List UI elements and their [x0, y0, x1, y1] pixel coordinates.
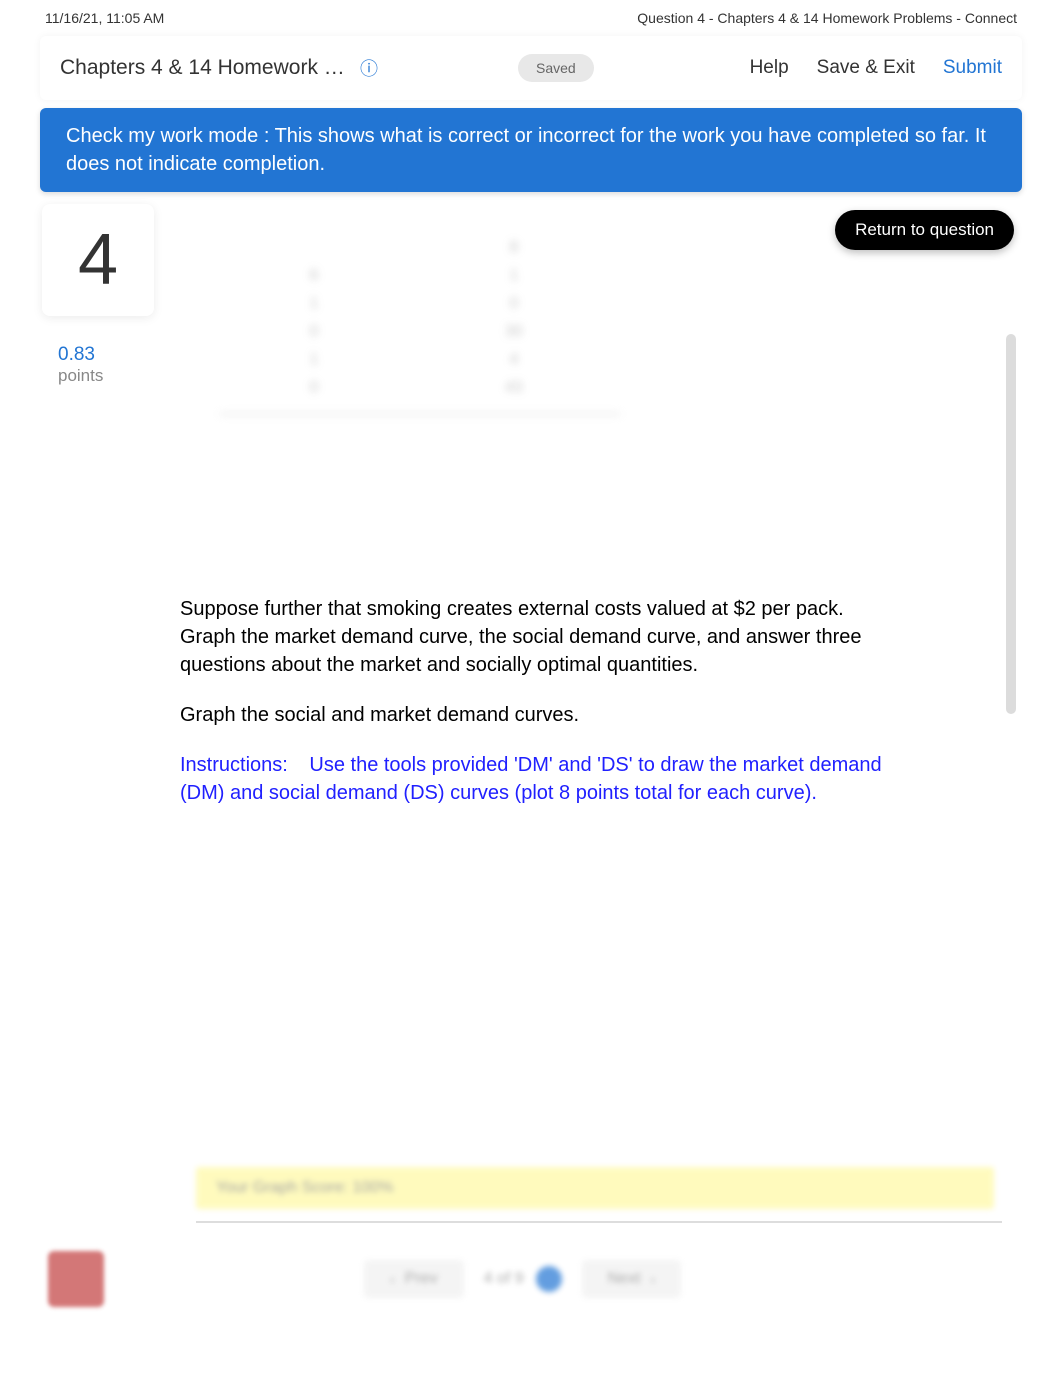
- chevron-right-icon: ›: [651, 1271, 656, 1287]
- mode-banner: Check my work mode : This shows what is …: [40, 108, 1022, 192]
- help-link[interactable]: Help: [750, 57, 789, 79]
- question-content: Return to question 8 61 10 030 14 043 Su…: [160, 204, 1022, 1223]
- banner-text: Check my work mode : This shows what is …: [66, 125, 986, 175]
- table-cell: 0: [408, 290, 620, 318]
- next-button[interactable]: Next ›: [582, 1260, 682, 1298]
- table-cell: 0: [220, 374, 408, 402]
- table-cell: 6: [220, 262, 408, 290]
- question-sidebar: 4 0.83 points: [40, 204, 160, 1223]
- question-badge-icon[interactable]: [536, 1266, 562, 1292]
- table-cell: 1: [408, 262, 620, 290]
- graph-score-bar: Your Graph Score: 100%: [196, 1167, 994, 1209]
- assignment-title: Chapters 4 & 14 Homework Pro…: [60, 56, 350, 80]
- points-value: 0.83: [58, 344, 160, 366]
- table-cell: 43: [408, 374, 620, 402]
- table-cell: [220, 234, 408, 262]
- graph-score-text: Your Graph Score: 100%: [216, 1179, 393, 1196]
- table-cell: 0: [220, 318, 408, 346]
- instructions-label: Instructions:: [180, 754, 288, 776]
- nav-position: 4 of 9: [484, 1270, 524, 1288]
- submit-link[interactable]: Submit: [943, 57, 1002, 79]
- table-cell: 1: [220, 290, 408, 318]
- ebook-icon[interactable]: [48, 1251, 104, 1307]
- table-cell: 4: [408, 346, 620, 374]
- data-table-blurred: 8 61 10 030 14 043: [220, 234, 620, 415]
- instructions-paragraph: Instructions: Use the tools provided 'DM…: [180, 751, 890, 807]
- problem-paragraph-1: Suppose further that smoking creates ext…: [180, 595, 890, 679]
- page-title: Question 4 - Chapters 4 & 14 Homework Pr…: [637, 10, 1017, 26]
- top-bar: Chapters 4 & 14 Homework Pro… ⓘ Saved He…: [40, 36, 1022, 100]
- question-number: 4: [78, 219, 118, 301]
- problem-paragraph-2: Graph the social and market demand curve…: [180, 701, 890, 729]
- table-cell: 30: [408, 318, 620, 346]
- save-exit-link[interactable]: Save & Exit: [817, 57, 915, 79]
- return-to-question-button[interactable]: Return to question: [835, 210, 1014, 250]
- next-label: Next: [608, 1270, 641, 1288]
- saved-badge: Saved: [518, 54, 594, 82]
- page-timestamp: 11/16/21, 11:05 AM: [45, 10, 164, 26]
- prev-label: Prev: [405, 1270, 438, 1288]
- question-number-box: 4: [42, 204, 154, 316]
- info-icon[interactable]: ⓘ: [360, 55, 378, 81]
- content-divider: [196, 1221, 1002, 1223]
- question-nav: ‹ Prev 4 of 9 Next ›: [364, 1260, 681, 1298]
- chevron-left-icon: ‹: [390, 1271, 395, 1287]
- scrollbar[interactable]: [1006, 334, 1016, 714]
- points-label: points: [58, 366, 160, 386]
- prev-button[interactable]: ‹ Prev: [364, 1260, 464, 1298]
- table-cell: 8: [408, 234, 620, 262]
- table-cell: 1: [220, 346, 408, 374]
